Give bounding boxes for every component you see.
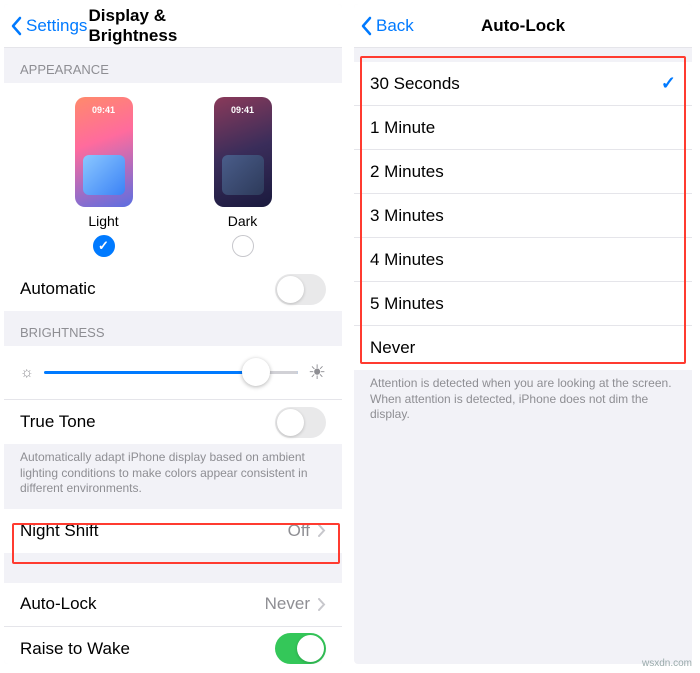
automatic-switch[interactable] (275, 274, 326, 305)
raise-to-wake-label: Raise to Wake (20, 639, 130, 659)
automatic-row[interactable]: Automatic (4, 267, 342, 311)
theme-dark[interactable]: 09:41 Dark (214, 97, 272, 257)
true-tone-switch[interactable] (275, 407, 326, 438)
true-tone-footer: Automatically adapt iPhone display based… (4, 444, 342, 509)
light-label: Light (88, 213, 118, 229)
brightness-slider-row: ☼ ☀ (4, 346, 342, 400)
dark-label: Dark (228, 213, 258, 229)
sun-large-icon: ☀ (308, 360, 326, 385)
brightness-header: Brightness (4, 311, 342, 346)
auto-lock-option[interactable]: Never (354, 326, 692, 370)
chevron-right-icon (318, 524, 326, 537)
night-shift-label: Night Shift (20, 521, 98, 541)
auto-lock-option[interactable]: 5 Minutes (354, 282, 692, 326)
auto-lock-option[interactable]: 2 Minutes (354, 150, 692, 194)
automatic-label: Automatic (20, 279, 96, 299)
option-label: 2 Minutes (370, 162, 444, 182)
dark-radio[interactable] (232, 235, 254, 257)
chevron-left-icon (10, 16, 22, 36)
auto-lock-label: Auto-Lock (20, 594, 97, 614)
back-button[interactable]: Back (354, 16, 414, 36)
light-preview: 09:41 (75, 97, 133, 207)
true-tone-label: True Tone (20, 412, 96, 432)
page-title: Display & Brightness (89, 6, 258, 46)
night-shift-row[interactable]: Night Shift Off (4, 509, 342, 553)
back-button[interactable]: Settings (4, 16, 87, 36)
auto-lock-options: 30 Seconds ✓ 1 Minute 2 Minutes 3 Minutes 4 M… (354, 62, 692, 370)
page-title: Auto-Lock (481, 16, 565, 36)
nav-bar: Back Auto-Lock (354, 4, 692, 48)
option-label: Never (370, 338, 415, 358)
chevron-right-icon (318, 598, 326, 611)
back-label: Back (376, 16, 414, 36)
light-radio[interactable] (93, 235, 115, 257)
credit: wsxdn.com (642, 658, 692, 669)
nav-bar: Settings Display & Brightness (4, 4, 342, 48)
sun-small-icon: ☼ (20, 364, 34, 381)
auto-lock-row[interactable]: Auto-Lock Never (4, 583, 342, 627)
auto-lock-option[interactable]: 4 Minutes (354, 238, 692, 282)
raise-to-wake-row[interactable]: Raise to Wake (4, 627, 342, 664)
auto-lock-screen: Back Auto-Lock 30 Seconds ✓ 1 Minute 2 Minu… (354, 4, 692, 664)
raise-to-wake-switch[interactable] (275, 633, 326, 664)
auto-lock-option[interactable]: 30 Seconds ✓ (354, 62, 692, 106)
appearance-header: Appearance (4, 48, 342, 83)
auto-lock-value: Never (265, 594, 310, 614)
auto-lock-option[interactable]: 1 Minute (354, 106, 692, 150)
option-label: 30 Seconds (370, 74, 460, 94)
dark-preview: 09:41 (214, 97, 272, 207)
checkmark-icon: ✓ (661, 73, 676, 94)
auto-lock-option[interactable]: 3 Minutes (354, 194, 692, 238)
option-label: 4 Minutes (370, 250, 444, 270)
night-shift-value: Off (288, 521, 310, 541)
display-brightness-screen: Settings Display & Brightness Appearance… (4, 4, 342, 664)
option-label: 3 Minutes (370, 206, 444, 226)
option-label: 1 Minute (370, 118, 435, 138)
auto-lock-footer: Attention is detected when you are looki… (354, 370, 692, 435)
appearance-picker: 09:41 Light 09:41 Dark (4, 83, 342, 267)
true-tone-row[interactable]: True Tone (4, 400, 342, 444)
back-label: Settings (26, 16, 87, 36)
theme-light[interactable]: 09:41 Light (75, 97, 133, 257)
chevron-left-icon (360, 16, 372, 36)
brightness-slider[interactable] (44, 371, 298, 374)
option-label: 5 Minutes (370, 294, 444, 314)
